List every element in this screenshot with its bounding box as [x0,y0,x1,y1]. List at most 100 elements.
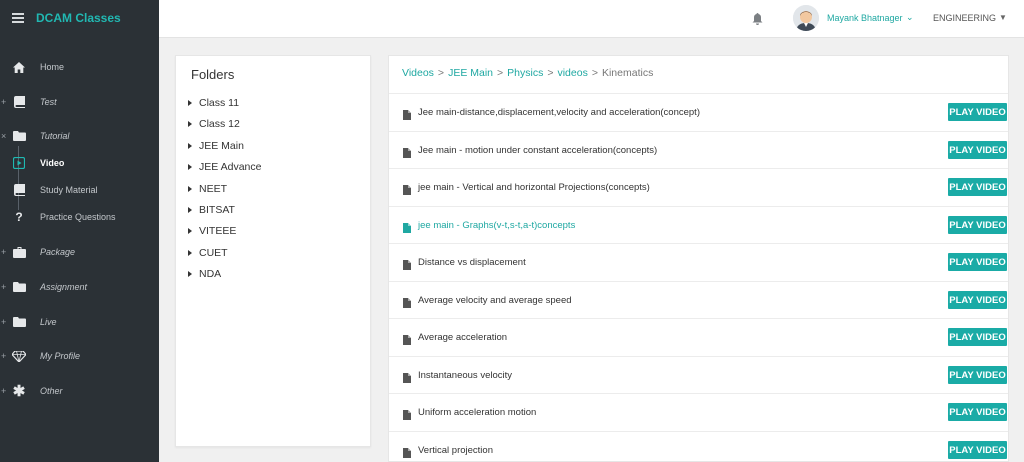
folder-item[interactable]: Class 12 [188,118,240,130]
sidebar-item-other[interactable]: + ✱ Other [0,380,159,402]
play-video-button[interactable]: PLAY VIDEO [948,328,1007,346]
folder-label: Class 12 [199,118,240,130]
chevron-down-icon[interactable]: ⌄ [906,12,914,23]
expand-icon[interactable]: + [1,247,6,257]
video-row: jee main - Graphs(v-t,s-t,a-t)concepts P… [389,206,1008,244]
brand-title[interactable]: DCAM Classes [36,11,121,25]
file-icon [403,370,411,383]
play-video-button[interactable]: PLAY VIDEO [948,141,1007,159]
department-selector[interactable]: ENGINEERING [933,13,996,23]
folder-item[interactable]: NEET [188,183,227,195]
sidebar-item-study-material[interactable]: Study Material [0,179,159,201]
caret-right-icon [188,164,192,170]
sidebar-item-home[interactable]: Home [0,56,159,78]
top-bar: Mayank Bhatnager ⌄ ENGINEERING ▼ [159,0,1024,38]
hamburger-menu-icon[interactable] [12,13,24,23]
breadcrumb-current: Kinematics [601,67,654,79]
sidebar: DCAM Classes Home + Test × Tutorial Vide… [0,0,159,462]
sidebar-item-label: Tutorial [40,131,70,141]
file-icon [403,332,411,345]
breadcrumb-link[interactable]: JEE Main [448,67,493,79]
book-icon [12,95,26,109]
play-video-button[interactable]: PLAY VIDEO [948,441,1007,459]
expand-icon[interactable]: + [1,386,6,396]
folder-item[interactable]: Class 11 [188,97,239,109]
file-icon [403,445,411,458]
folder-item[interactable]: CUET [188,247,228,259]
sidebar-item-package[interactable]: + Package [0,241,159,263]
folders-panel: Folders Class 11 Class 12 JEE Main JEE A… [175,55,371,447]
sidebar-item-test[interactable]: + Test [0,91,159,113]
sidebar-item-label: Home [40,62,65,72]
folder-icon [12,280,26,294]
folder-label: Class 11 [199,97,240,109]
collapse-icon[interactable]: × [1,131,6,141]
video-row: Average velocity and average speed PLAY … [389,281,1008,319]
breadcrumb-separator: > [437,67,445,79]
folder-item[interactable]: NDA [188,268,221,280]
breadcrumb-separator: > [497,67,504,79]
sidebar-item-video[interactable]: Video [0,152,159,174]
sidebar-item-assignment[interactable]: + Assignment [0,276,159,298]
file-icon [403,257,411,270]
video-title[interactable]: jee main - Graphs(v-t,s-t,a-t)concepts [418,220,575,231]
video-title[interactable]: Average velocity and average speed [418,295,572,306]
play-video-button[interactable]: PLAY VIDEO [948,403,1007,421]
folder-item[interactable]: VITEEE [188,225,236,237]
caret-right-icon [188,228,192,234]
video-row: Jee main - motion under constant acceler… [389,131,1008,169]
play-video-button[interactable]: PLAY VIDEO [948,103,1007,121]
video-title[interactable]: Uniform acceleration motion [418,407,536,418]
breadcrumb-link[interactable]: videos [557,67,587,79]
caret-right-icon [188,207,192,213]
folder-label: NEET [199,183,228,195]
video-row: Vertical projection PLAY VIDEO [389,431,1008,461]
video-row: Uniform acceleration motion PLAY VIDEO [389,393,1008,431]
video-title[interactable]: Average acceleration [418,332,507,343]
bell-icon[interactable] [752,12,763,25]
caret-right-icon [188,250,192,256]
play-video-button[interactable]: PLAY VIDEO [948,366,1007,384]
video-row: Average acceleration PLAY VIDEO [389,318,1008,356]
play-video-button[interactable]: PLAY VIDEO [948,291,1007,309]
breadcrumb-link[interactable]: Videos [402,67,434,79]
play-video-button[interactable]: PLAY VIDEO [948,178,1007,196]
caret-down-icon[interactable]: ▼ [999,13,1007,22]
file-icon [403,145,411,158]
video-title[interactable]: Vertical projection [418,445,493,456]
play-video-button[interactable]: PLAY VIDEO [948,216,1007,234]
expand-icon[interactable]: + [1,282,6,292]
diamond-icon [12,349,26,363]
sidebar-item-practice-questions[interactable]: ? Practice Questions [0,206,159,228]
folder-label: NDA [199,268,222,280]
sidebar-item-label: Other [40,386,63,396]
breadcrumb-separator: > [547,67,554,79]
video-title[interactable]: Jee main - motion under constant acceler… [418,145,657,156]
play-video-button[interactable]: PLAY VIDEO [948,253,1007,271]
folder-label: VITEEE [199,225,237,237]
folder-label: JEE Main [199,140,244,152]
sidebar-item-label: Study Material [40,185,98,195]
sidebar-item-tutorial[interactable]: × Tutorial [0,125,159,147]
caret-right-icon [188,186,192,192]
avatar[interactable] [793,5,819,31]
sidebar-item-my-profile[interactable]: + My Profile [0,345,159,367]
sidebar-item-live[interactable]: + Live [0,311,159,333]
expand-icon[interactable]: + [1,351,6,361]
video-title[interactable]: Distance vs displacement [418,257,526,268]
folder-item[interactable]: JEE Advance [188,161,261,173]
video-title[interactable]: jee main - Vertical and horizontal Proje… [418,182,650,193]
briefcase-icon [12,245,26,259]
folder-item[interactable]: JEE Main [188,140,244,152]
sidebar-brand: DCAM Classes [0,0,159,36]
expand-icon[interactable]: + [1,97,6,107]
file-icon [403,107,411,120]
user-name[interactable]: Mayank Bhatnager [827,13,903,23]
video-title[interactable]: Instantaneous velocity [418,370,512,381]
folder-label: CUET [199,247,228,259]
expand-icon[interactable]: + [1,317,6,327]
breadcrumb-link[interactable]: Physics [507,67,543,79]
video-title[interactable]: Jee main-distance,displacement,velocity … [418,107,700,118]
folder-item[interactable]: BITSAT [188,204,235,216]
sidebar-item-label: Practice Questions [40,212,116,222]
